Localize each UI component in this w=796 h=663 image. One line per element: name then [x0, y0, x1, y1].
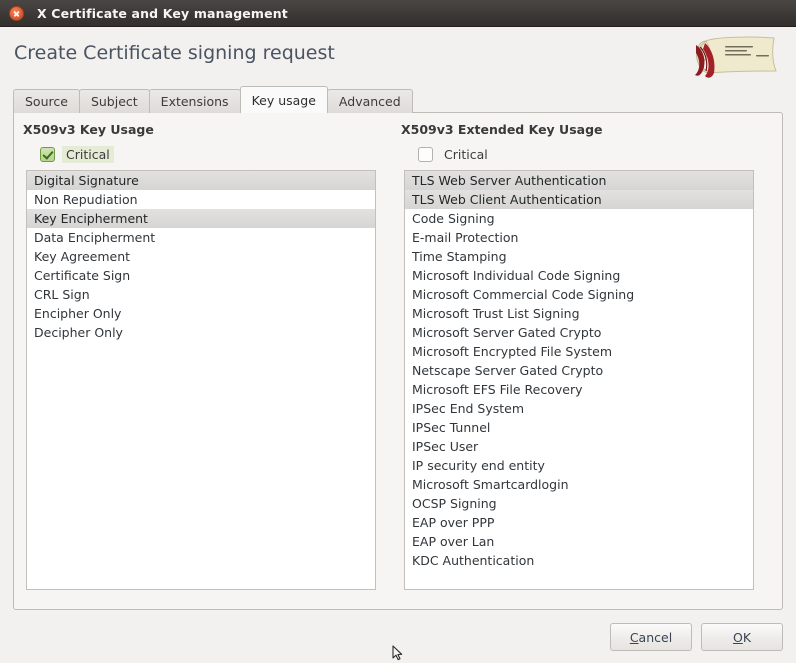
- key-usage-item-label: CRL Sign: [34, 287, 90, 302]
- key-usage-item[interactable]: Encipher Only: [27, 304, 375, 323]
- tab-subject[interactable]: Subject: [78, 89, 150, 113]
- tab-bar: Source Subject Extensions Key usage Adva…: [13, 86, 413, 113]
- extended-key-usage-item-label: Netscape Server Gated Crypto: [412, 363, 604, 378]
- extended-key-usage-item[interactable]: Microsoft EFS File Recovery: [405, 380, 753, 399]
- extended-key-usage-item[interactable]: Netscape Server Gated Crypto: [405, 361, 753, 380]
- extended-key-usage-item-label: IPSec Tunnel: [412, 420, 491, 435]
- key-usage-item-label: Certificate Sign: [34, 268, 131, 283]
- tab-key-usage[interactable]: Key usage: [239, 86, 328, 113]
- cancel-mnemonic: C: [629, 629, 639, 645]
- window-titlebar: X Certificate and Key management: [0, 0, 796, 27]
- extended-key-usage-item[interactable]: Microsoft Individual Code Signing: [405, 266, 753, 285]
- extended-key-usage-item-label: KDC Authentication: [412, 553, 535, 568]
- cancel-button[interactable]: Cancel: [610, 623, 692, 651]
- dialog-button-bar: Cancel OK: [610, 623, 783, 651]
- extended-key-usage-item-label: IP security end entity: [412, 458, 545, 473]
- extended-key-usage-item-label: IPSec User: [412, 439, 479, 454]
- application-window: X Certificate and Key management Create …: [0, 0, 796, 663]
- extended-key-usage-item-label: TLS Web Server Authentication: [412, 173, 607, 188]
- extended-key-usage-item-label: Microsoft Individual Code Signing: [412, 268, 621, 283]
- ok-button[interactable]: OK: [701, 623, 783, 651]
- key-usage-item[interactable]: Certificate Sign: [27, 266, 375, 285]
- key-usage-item-label: Key Encipherment: [34, 211, 148, 226]
- certificate-scroll-logo-icon: [692, 31, 784, 80]
- extended-key-usage-item[interactable]: IP security end entity: [405, 456, 753, 475]
- close-icon[interactable]: [9, 5, 24, 21]
- extended-key-usage-item-label: Code Signing: [412, 211, 495, 226]
- page-title: Create Certificate signing request: [14, 42, 335, 64]
- extended-key-usage-item[interactable]: EAP over Lan: [405, 532, 753, 551]
- key-usage-item[interactable]: Non Repudiation: [27, 190, 375, 209]
- extended-key-usage-item[interactable]: EAP over PPP: [405, 513, 753, 532]
- key-usage-item[interactable]: Decipher Only: [27, 323, 375, 342]
- extended-key-usage-group: X509v3 Extended Key Usage Critical TLS W…: [401, 122, 767, 590]
- ok-mnemonic: O: [732, 629, 743, 645]
- extended-key-usage-item-label: Microsoft Server Gated Crypto: [412, 325, 602, 340]
- tab-extensions[interactable]: Extensions: [148, 89, 241, 113]
- extended-key-usage-item-label: OCSP Signing: [412, 496, 497, 511]
- extended-key-usage-item[interactable]: Microsoft Encrypted File System: [405, 342, 753, 361]
- checkbox-unchecked-icon: [418, 146, 433, 162]
- extended-key-usage-item[interactable]: Microsoft Commercial Code Signing: [405, 285, 753, 304]
- extended-key-usage-item[interactable]: Microsoft Trust List Signing: [405, 304, 753, 323]
- key-usage-item-label: Digital Signature: [34, 173, 139, 188]
- key-usage-item[interactable]: Key Agreement: [27, 247, 375, 266]
- key-usage-item-label: Key Agreement: [34, 249, 131, 264]
- key-usage-item[interactable]: CRL Sign: [27, 285, 375, 304]
- extended-key-usage-item[interactable]: Code Signing: [405, 209, 753, 228]
- extended-key-usage-critical-checkbox[interactable]: Critical: [418, 145, 492, 163]
- key-usage-list[interactable]: Digital Signature Non Repudiation Key Enci…: [26, 170, 376, 590]
- extended-key-usage-item-label: Time Stamping: [412, 249, 507, 264]
- extended-key-usage-item-label: E-mail Protection: [412, 230, 519, 245]
- extended-key-usage-title: X509v3 Extended Key Usage: [401, 122, 603, 137]
- extended-key-usage-item-label: EAP over Lan: [412, 534, 495, 549]
- extended-key-usage-item[interactable]: IPSec End System: [405, 399, 753, 418]
- extended-key-usage-item-label: EAP over PPP: [412, 515, 495, 530]
- extended-key-usage-item[interactable]: Time Stamping: [405, 247, 753, 266]
- extended-key-usage-item[interactable]: TLS Web Server Authentication: [405, 171, 753, 190]
- extended-key-usage-list[interactable]: TLS Web Server Authentication TLS Web Cli…: [404, 170, 754, 590]
- key-usage-item-label: Data Encipherment: [34, 230, 156, 245]
- key-usage-title: X509v3 Key Usage: [23, 122, 154, 137]
- key-usage-item[interactable]: Data Encipherment: [27, 228, 375, 247]
- mouse-cursor-icon: [392, 645, 403, 661]
- extended-key-usage-critical-label: Critical: [444, 146, 488, 162]
- cancel-label-rest: ancel: [638, 629, 673, 645]
- window-title: X Certificate and Key management: [37, 5, 288, 21]
- extended-key-usage-item-label: Microsoft Trust List Signing: [412, 306, 580, 321]
- key-usage-critical-label: Critical: [62, 145, 114, 163]
- extended-key-usage-item-label: TLS Web Client Authentication: [412, 192, 602, 207]
- extended-key-usage-item-label: Microsoft Smartcardlogin: [412, 477, 569, 492]
- extended-key-usage-item[interactable]: TLS Web Client Authentication: [405, 190, 753, 209]
- key-usage-item-label: Decipher Only: [34, 325, 123, 340]
- extended-key-usage-item[interactable]: Microsoft Server Gated Crypto: [405, 323, 753, 342]
- extended-key-usage-item[interactable]: OCSP Signing: [405, 494, 753, 513]
- extended-key-usage-item-label: IPSec End System: [412, 401, 525, 416]
- key-usage-item[interactable]: Key Encipherment: [27, 209, 375, 228]
- extended-key-usage-item[interactable]: IPSec Tunnel: [405, 418, 753, 437]
- extended-key-usage-item[interactable]: IPSec User: [405, 437, 753, 456]
- tab-source[interactable]: Source: [13, 89, 80, 113]
- extended-key-usage-item-label: Microsoft EFS File Recovery: [412, 382, 583, 397]
- tab-advanced[interactable]: Advanced: [326, 89, 413, 113]
- tab-content-panel: X509v3 Key Usage Critical Digital Signat…: [13, 112, 783, 610]
- ok-label-rest: K: [742, 629, 752, 645]
- key-usage-item-label: Encipher Only: [34, 306, 122, 321]
- key-usage-item[interactable]: Digital Signature: [27, 171, 375, 190]
- checkbox-checked-icon: [40, 146, 55, 162]
- extended-key-usage-item[interactable]: KDC Authentication: [405, 551, 753, 570]
- key-usage-group: X509v3 Key Usage Critical Digital Signat…: [23, 122, 389, 590]
- key-usage-critical-checkbox[interactable]: Critical: [40, 145, 114, 163]
- extended-key-usage-item[interactable]: Microsoft Smartcardlogin: [405, 475, 753, 494]
- extended-key-usage-item-label: Microsoft Commercial Code Signing: [412, 287, 635, 302]
- extended-key-usage-item[interactable]: E-mail Protection: [405, 228, 753, 247]
- key-usage-item-label: Non Repudiation: [34, 192, 138, 207]
- extended-key-usage-item-label: Microsoft Encrypted File System: [412, 344, 613, 359]
